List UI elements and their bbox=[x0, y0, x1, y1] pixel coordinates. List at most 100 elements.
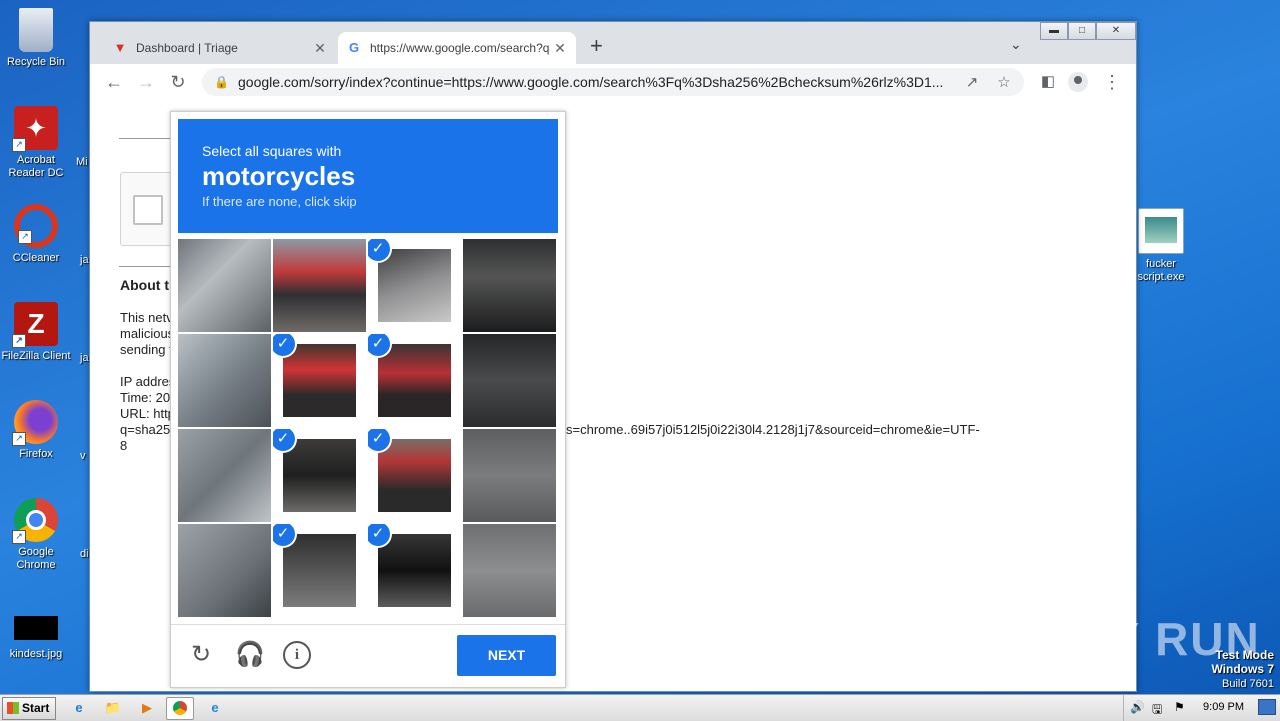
captcha-tile[interactable] bbox=[273, 239, 366, 332]
windows-flag-icon bbox=[7, 702, 19, 714]
restore-button[interactable]: □ bbox=[1068, 22, 1096, 40]
desktop-partial-label: ja bbox=[80, 352, 89, 364]
tab-title: Dashboard | Triage bbox=[136, 41, 238, 55]
captcha-tile[interactable] bbox=[463, 334, 556, 427]
tile-image bbox=[378, 534, 451, 607]
tile-image bbox=[178, 429, 271, 522]
lock-icon[interactable]: 🔒 bbox=[214, 75, 230, 89]
captcha-tile[interactable]: ✓ bbox=[273, 524, 366, 617]
chrome-icon: ↗ bbox=[12, 498, 58, 544]
new-tab-button[interactable]: + bbox=[590, 35, 603, 57]
captcha-tile[interactable]: ✓ bbox=[273, 429, 366, 522]
chrome-icon[interactable] bbox=[166, 697, 194, 720]
captcha-tile[interactable]: ✓ bbox=[273, 334, 366, 427]
desktop-icon-acrobat[interactable]: ✦ ↗ Acrobat Reader DC bbox=[0, 106, 72, 180]
close-icon[interactable]: ✕ bbox=[550, 40, 570, 57]
start-label: Start bbox=[22, 701, 50, 715]
challenge-footer: ↻ 🎧 i NEXT bbox=[171, 624, 565, 688]
prompt-line: Select all squares with bbox=[202, 143, 342, 159]
address-bar[interactable]: 🔒 google.com/sorry/index?continue=https:… bbox=[202, 68, 1024, 96]
clock[interactable]: 9:09 PM bbox=[1203, 701, 1244, 713]
back-button[interactable]: ← bbox=[102, 70, 126, 94]
info-line: Time: 20 bbox=[120, 390, 171, 405]
desktop-partial-label: Mi bbox=[76, 156, 88, 168]
desktop-icon-chrome[interactable]: ↗ Google Chrome bbox=[0, 498, 72, 572]
share-icon[interactable]: ↗ bbox=[960, 73, 984, 91]
edge-icon[interactable]: e bbox=[202, 697, 228, 718]
tile-image bbox=[178, 524, 271, 617]
prompt-hint: If there are none, click skip bbox=[202, 194, 357, 209]
tile-image bbox=[463, 524, 556, 617]
reload-icon[interactable]: ↻ bbox=[187, 641, 215, 669]
desktop-icon-kindest[interactable]: kindest.jpg bbox=[0, 616, 72, 661]
minimize-button[interactable]: ▬ bbox=[1040, 22, 1068, 40]
triage-favicon: ▼ bbox=[113, 40, 127, 55]
address-url[interactable]: google.com/sorry/index?continue=https://… bbox=[238, 74, 960, 90]
captcha-tile[interactable] bbox=[178, 334, 271, 427]
taskbar: Start e 📁 ▶ e 🔊 🖫 ⚑ 9:09 PM bbox=[0, 694, 1280, 721]
recycle-bin-icon bbox=[19, 8, 53, 52]
side-panel-icon[interactable]: ◧ bbox=[1036, 70, 1060, 94]
ie-icon[interactable]: e bbox=[66, 697, 92, 718]
desktop-partial-label: di bbox=[80, 548, 89, 560]
captcha-tile[interactable] bbox=[178, 524, 271, 617]
network-icon[interactable]: 🖫 bbox=[1152, 700, 1162, 721]
desktop-icon-firefox[interactable]: ↗ Firefox bbox=[0, 400, 72, 461]
desktop-icon-ccleaner[interactable]: ↗ CCleaner bbox=[0, 204, 72, 265]
headphones-icon[interactable]: 🎧 bbox=[235, 641, 265, 669]
tab-search-chevron-icon[interactable]: ⌄ bbox=[1010, 36, 1022, 53]
image-file-icon bbox=[14, 616, 58, 640]
volume-icon[interactable]: 🔊 bbox=[1130, 700, 1145, 714]
captcha-tile[interactable] bbox=[178, 429, 271, 522]
desktop-partial-label: ja bbox=[80, 254, 89, 266]
flag-icon[interactable]: ⚑ bbox=[1174, 700, 1185, 714]
captcha-tile[interactable]: ✓ bbox=[368, 239, 461, 332]
captcha-tile[interactable] bbox=[178, 239, 271, 332]
paragraph-line: This netv bbox=[120, 310, 173, 325]
tab-dashboard-triage[interactable]: ▼ Dashboard | Triage ✕ bbox=[104, 32, 336, 64]
bookmark-star-icon[interactable]: ☆ bbox=[992, 73, 1016, 91]
tab-strip: ▼ Dashboard | Triage ✕ G https://www.goo… bbox=[90, 22, 1136, 64]
desktop-icon-filezilla[interactable]: Z ↗ FileZilla Client bbox=[0, 302, 72, 363]
close-window-button[interactable]: ✕ bbox=[1096, 22, 1136, 40]
desktop-icon-recycle-bin[interactable]: Recycle Bin bbox=[0, 8, 72, 69]
tile-image bbox=[463, 239, 556, 332]
start-button[interactable]: Start bbox=[2, 697, 56, 720]
tile-image bbox=[178, 239, 271, 332]
about-heading: About th bbox=[120, 277, 178, 293]
info-line: IP addres bbox=[120, 374, 176, 389]
os-label: Windows 7 bbox=[1211, 662, 1274, 676]
captcha-tile[interactable] bbox=[463, 429, 556, 522]
acrobat-icon: ✦ ↗ bbox=[12, 106, 58, 152]
tile-image bbox=[463, 334, 556, 427]
forward-button[interactable]: → bbox=[134, 70, 158, 94]
info-icon[interactable]: i bbox=[283, 641, 311, 669]
tile-image bbox=[378, 344, 451, 417]
captcha-tile[interactable] bbox=[463, 239, 556, 332]
explorer-icon[interactable]: 📁 bbox=[100, 697, 126, 718]
menu-kebab-icon[interactable]: ⋮ bbox=[1100, 70, 1124, 94]
captcha-tile[interactable]: ✓ bbox=[368, 524, 461, 617]
tile-image bbox=[378, 249, 451, 322]
recaptcha-checkbox[interactable] bbox=[133, 195, 163, 225]
desktop-partial-label: v bbox=[80, 450, 86, 462]
next-button[interactable]: NEXT bbox=[457, 635, 556, 676]
reload-button[interactable]: ↻ bbox=[166, 70, 190, 94]
tab-google-search[interactable]: G https://www.google.com/search?q= ✕ bbox=[338, 32, 576, 64]
captcha-tile[interactable]: ✓ bbox=[368, 334, 461, 427]
desktop-icon-label: FileZilla Client bbox=[1, 350, 71, 362]
tile-image bbox=[378, 439, 451, 512]
desktop-icon-label: Firefox bbox=[19, 448, 53, 460]
show-desktop-icon[interactable] bbox=[1258, 699, 1276, 715]
profile-avatar[interactable] bbox=[1068, 72, 1088, 92]
tile-image bbox=[273, 239, 366, 332]
close-icon[interactable]: ✕ bbox=[310, 40, 330, 57]
info-line: q=sha25 bbox=[120, 422, 171, 437]
tile-image bbox=[283, 534, 356, 607]
filezilla-icon: Z ↗ bbox=[12, 302, 58, 348]
captcha-tile[interactable]: ✓ bbox=[368, 429, 461, 522]
tile-image bbox=[283, 344, 356, 417]
media-player-icon[interactable]: ▶ bbox=[134, 697, 160, 718]
info-line: 8 bbox=[120, 438, 128, 453]
captcha-tile[interactable] bbox=[463, 524, 556, 617]
